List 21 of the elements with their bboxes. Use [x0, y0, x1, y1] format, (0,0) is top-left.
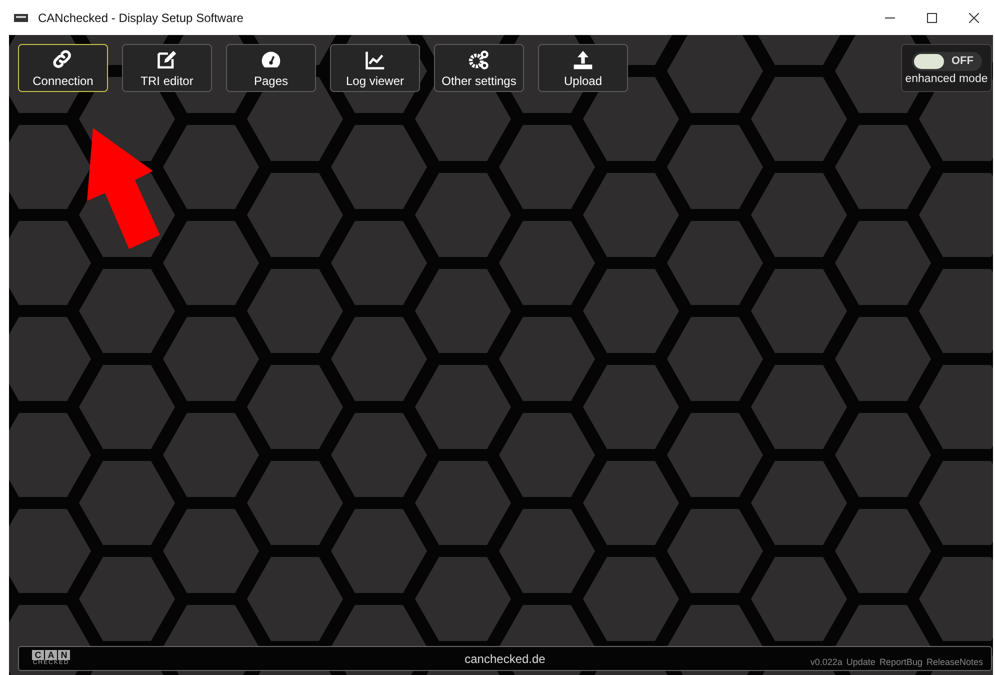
- window-title: CANchecked - Display Setup Software: [38, 10, 244, 24]
- footer-link[interactable]: ReleaseNotes: [926, 656, 983, 666]
- footer-link[interactable]: Update: [846, 656, 876, 666]
- footer-link[interactable]: ReportBug: [879, 656, 922, 666]
- upload-icon: [572, 48, 594, 70]
- toolbar-button[interactable]: Other settings: [434, 44, 524, 92]
- website-link[interactable]: canchecked.de: [464, 652, 546, 666]
- link-icon: [52, 48, 74, 70]
- toolbar-button[interactable]: Log viewer: [330, 44, 420, 92]
- toolbar-button[interactable]: Pages: [226, 44, 316, 92]
- edit-icon: [156, 48, 178, 70]
- app-icon: [14, 14, 28, 22]
- toolbar-button[interactable]: Upload: [538, 44, 628, 92]
- toolbar-button[interactable]: Connection: [18, 44, 108, 92]
- gears-icon: [468, 48, 490, 70]
- enhanced-mode-toggle[interactable]: OFF enhanced mode: [901, 44, 992, 92]
- close-icon: [969, 12, 979, 22]
- version-label: v0.022a: [810, 656, 842, 666]
- toolbar-button[interactable]: TRI editor: [122, 44, 212, 92]
- toggle-switch[interactable]: OFF: [912, 52, 982, 70]
- maximize-icon: [927, 12, 937, 22]
